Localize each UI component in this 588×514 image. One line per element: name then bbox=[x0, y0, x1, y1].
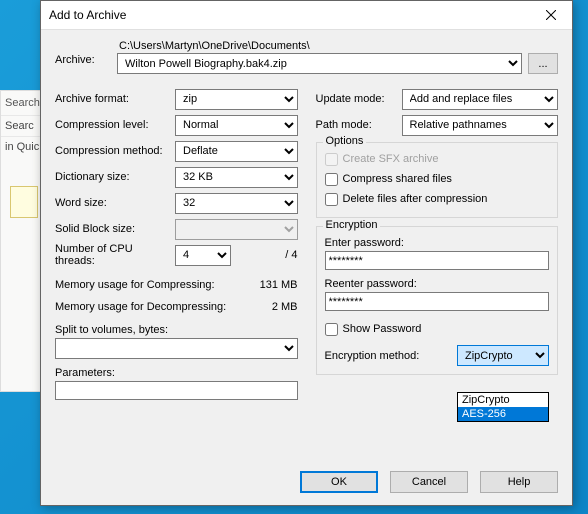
split-volumes-combo[interactable] bbox=[55, 338, 298, 359]
encryption-method-dropdown[interactable]: ZipCrypto AES-256 bbox=[457, 392, 549, 422]
parameters-input[interactable] bbox=[55, 381, 298, 400]
update-mode-label: Update mode: bbox=[316, 93, 402, 105]
file-icon bbox=[10, 186, 38, 218]
compression-method-combo[interactable]: Deflate bbox=[175, 141, 298, 162]
update-mode-combo[interactable]: Add and replace files bbox=[402, 89, 559, 110]
close-icon bbox=[546, 10, 556, 20]
mem-compress-label: Memory usage for Compressing: bbox=[55, 279, 238, 291]
cpu-threads-combo[interactable]: 4 bbox=[175, 245, 231, 266]
word-size-label: Word size: bbox=[55, 197, 175, 209]
parameters-label: Parameters: bbox=[55, 367, 298, 379]
word-size-combo[interactable]: 32 bbox=[175, 193, 298, 214]
archive-folder-path: C:\Users\Martyn\OneDrive\Documents\ bbox=[117, 40, 522, 52]
mem-compress-value: 131 MB bbox=[238, 279, 298, 291]
titlebar: Add to Archive bbox=[41, 1, 572, 30]
dictionary-size-combo[interactable]: 32 KB bbox=[175, 167, 298, 188]
compress-shared-label: Compress shared files bbox=[343, 173, 452, 185]
encryption-fieldset: Encryption Enter password: Reenter passw… bbox=[316, 226, 559, 375]
sfx-checkbox bbox=[325, 153, 338, 166]
archive-label: Archive: bbox=[55, 40, 107, 74]
archive-format-label: Archive format: bbox=[55, 93, 175, 105]
show-password-checkbox[interactable] bbox=[325, 323, 338, 336]
enter-password-label: Enter password: bbox=[325, 237, 550, 249]
close-button[interactable] bbox=[530, 1, 572, 29]
compression-level-label: Compression level: bbox=[55, 119, 175, 131]
reenter-password-label: Reenter password: bbox=[325, 278, 550, 290]
options-fieldset: Options Create SFX archive Compress shar… bbox=[316, 142, 559, 218]
encryption-method-label: Encryption method: bbox=[325, 350, 458, 362]
dictionary-size-label: Dictionary size: bbox=[55, 171, 175, 183]
archive-format-combo[interactable]: zip bbox=[175, 89, 298, 110]
encryption-legend: Encryption bbox=[323, 219, 381, 231]
help-button[interactable]: Help bbox=[480, 471, 558, 493]
mem-decompress-label: Memory usage for Decompressing: bbox=[55, 301, 238, 313]
compression-level-combo[interactable]: Normal bbox=[175, 115, 298, 136]
solid-block-combo[interactable] bbox=[175, 219, 298, 240]
cpu-threads-label: Number of CPU threads: bbox=[55, 243, 175, 267]
encryption-option-aes256[interactable]: AES-256 bbox=[458, 407, 548, 421]
path-mode-label: Path mode: bbox=[316, 119, 402, 131]
ok-button[interactable]: OK bbox=[300, 471, 378, 493]
left-column: Archive format: zip Compression level: N… bbox=[55, 86, 298, 400]
solid-block-label: Solid Block size: bbox=[55, 223, 175, 235]
cancel-button[interactable]: Cancel bbox=[390, 471, 468, 493]
sfx-label: Create SFX archive bbox=[343, 153, 439, 165]
split-volumes-label: Split to volumes, bytes: bbox=[55, 324, 298, 336]
delete-after-label: Delete files after compression bbox=[343, 193, 488, 205]
compression-method-label: Compression method: bbox=[55, 145, 175, 157]
encryption-option-zipcrypto[interactable]: ZipCrypto bbox=[458, 393, 548, 407]
options-legend: Options bbox=[323, 135, 367, 147]
path-mode-combo[interactable]: Relative pathnames bbox=[402, 115, 559, 136]
reenter-password-input[interactable] bbox=[325, 292, 550, 311]
dialog-title: Add to Archive bbox=[49, 8, 530, 22]
dialog-buttons: OK Cancel Help bbox=[41, 461, 572, 505]
add-to-archive-dialog: Add to Archive Archive: C:\Users\Martyn\… bbox=[40, 0, 573, 506]
enter-password-input[interactable] bbox=[325, 251, 550, 270]
encryption-method-combo[interactable]: ZipCrypto bbox=[457, 345, 549, 366]
browse-button[interactable]: ... bbox=[528, 53, 558, 74]
archive-file-combo[interactable]: Wilton Powell Biography.bak4.zip bbox=[117, 53, 522, 74]
compress-shared-checkbox[interactable] bbox=[325, 173, 338, 186]
show-password-label: Show Password bbox=[343, 323, 422, 335]
delete-after-checkbox[interactable] bbox=[325, 193, 338, 206]
cpu-threads-total: / 4 bbox=[239, 249, 298, 261]
mem-decompress-value: 2 MB bbox=[238, 301, 298, 313]
right-column: Update mode: Add and replace files Path … bbox=[316, 86, 559, 400]
